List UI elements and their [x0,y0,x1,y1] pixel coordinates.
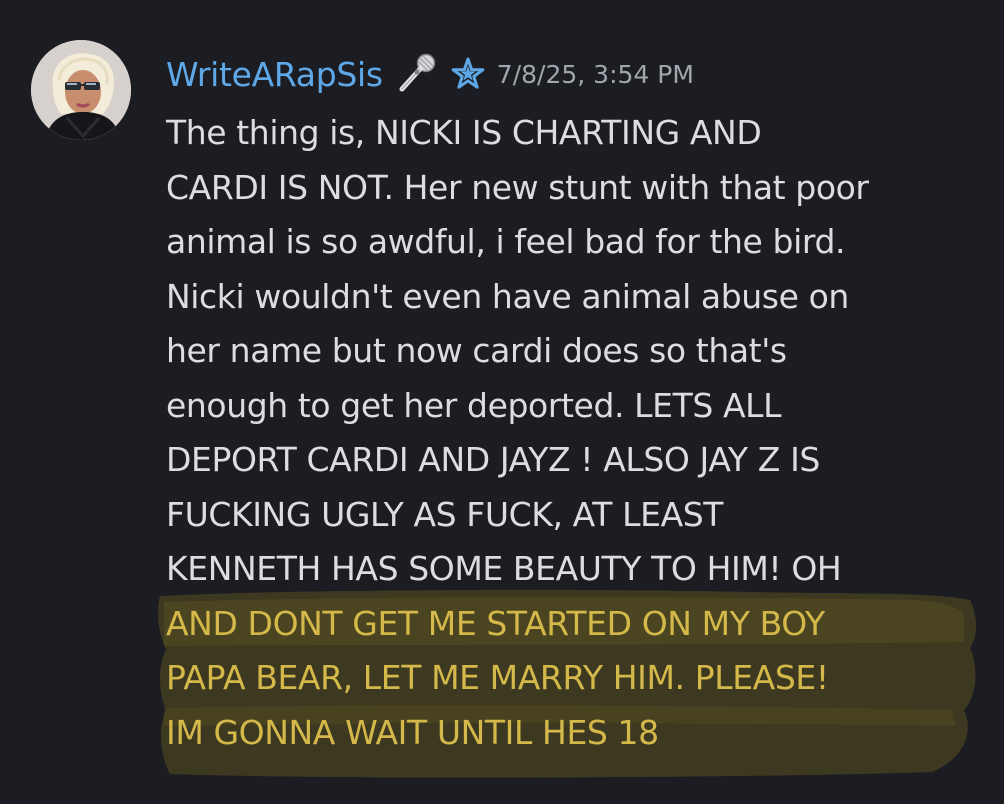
message-line: DEPORT CARDI AND JAYZ ! ALSO JAY Z IS [166,440,820,479]
timestamp: 7/8/25, 3:54 PM [496,59,694,89]
message-line: FUCKING UGLY AS FUCK, AT LEAST [166,494,724,534]
message-line: The thing is, NICKI IS CHARTING AND [166,113,762,152]
highlighted-line: IM GONNA WAIT UNTIL HES 18 [166,712,659,752]
message-line: animal is so awdful, i feel bad for the … [166,222,846,261]
avatar[interactable] [31,40,131,140]
star-icon [451,57,485,91]
microphone-icon [393,51,439,97]
highlighted-line: PAPA BEAR, LET ME MARRY HIM. PLEASE! [166,658,829,697]
highlighted-line: AND DONT GET ME STARTED ON MY BOY [166,603,825,643]
chat-message: WriteARapSis 7/8/25, 3:54 PM The thing i… [0,0,1004,804]
message-line: KENNETH HAS SOME BEAUTY TO HIM! OH [166,549,842,588]
username[interactable]: WriteARapSis [166,55,383,94]
message-content: The thing is, NICKI IS CHARTING AND CARD… [166,106,996,760]
message-line: Nicki wouldn't even have animal abuse on [166,276,849,316]
message-header: WriteARapSis 7/8/25, 3:54 PM [166,46,694,102]
message-line: CARDI IS NOT. Her new stunt with that po… [166,167,869,207]
message-line: enough to get her deported. LETS ALL [166,385,782,425]
message-line: her name but now cardi does so that's [166,331,787,370]
